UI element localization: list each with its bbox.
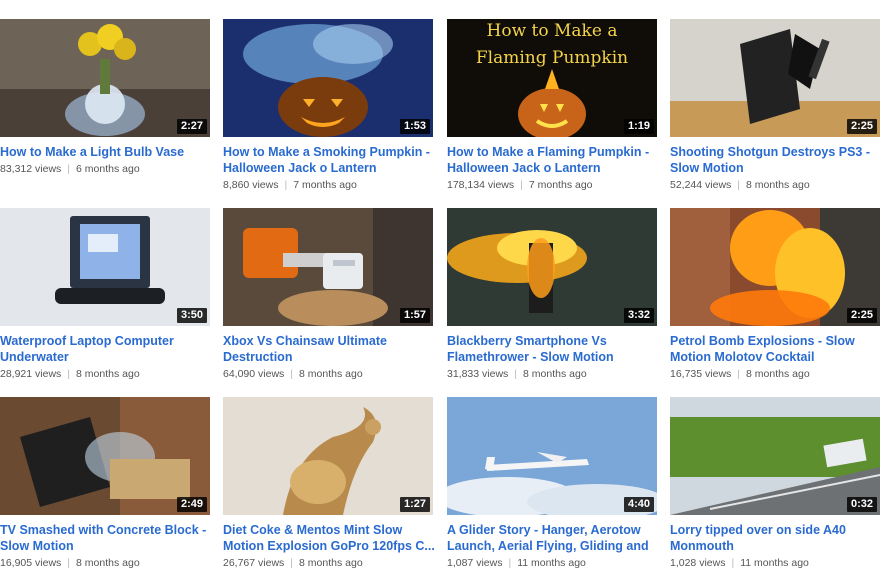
- video-duration: 0:32: [846, 497, 877, 512]
- view-count: 16,905 views: [0, 557, 62, 569]
- video-title[interactable]: Blackberry Smartphone Vs Flamethrower - …: [447, 333, 659, 365]
- view-count: 52,244 views: [670, 179, 732, 191]
- video-thumbnail[interactable]: How to Make a Flaming Pumpkin 1:19: [447, 19, 657, 137]
- video-title[interactable]: A Glider Story - Hanger, Aerotow Launch,…: [447, 522, 659, 554]
- upload-age: 8 months ago: [746, 368, 810, 380]
- video-meta: 1,028 views | 11 months ago: [670, 557, 809, 569]
- video-card[interactable]: 1:53 How to Make a Smoking Pumpkin - Hal…: [223, 19, 435, 192]
- upload-age: 8 months ago: [299, 368, 363, 380]
- view-count: 178,134 views: [447, 179, 515, 191]
- video-card[interactable]: 3:50 Waterproof Laptop Computer Underwat…: [0, 208, 212, 381]
- video-meta: 52,244 views | 8 months ago: [670, 179, 810, 191]
- view-count: 16,735 views: [670, 368, 732, 380]
- upload-age: 8 months ago: [76, 557, 140, 569]
- video-duration: 3:50: [176, 308, 207, 323]
- video-title[interactable]: Waterproof Laptop Computer Underwater: [0, 333, 212, 365]
- upload-age: 8 months ago: [76, 368, 140, 380]
- video-title[interactable]: How to Make a Smoking Pumpkin - Hallowee…: [223, 144, 435, 176]
- svg-text:How to Make a: How to Make a: [487, 21, 618, 41]
- video-meta: 16,905 views | 8 months ago: [0, 557, 140, 569]
- upload-age: 7 months ago: [293, 179, 357, 191]
- video-card[interactable]: How to Make a Flaming Pumpkin 1:19 How t…: [447, 19, 659, 192]
- video-duration: 2:27: [176, 119, 207, 134]
- video-title[interactable]: Diet Coke & Mentos Mint Slow Motion Expl…: [223, 522, 435, 554]
- video-duration: 1:27: [399, 497, 430, 512]
- video-thumbnail[interactable]: 1:53: [223, 19, 433, 137]
- video-meta: 8,860 views | 7 months ago: [223, 179, 357, 191]
- video-card[interactable]: 1:57 Xbox Vs Chainsaw Ultimate Destructi…: [223, 208, 435, 381]
- video-meta: 16,735 views | 8 months ago: [670, 368, 810, 380]
- upload-age: 7 months ago: [528, 179, 593, 191]
- video-thumbnail[interactable]: 3:32: [447, 208, 657, 326]
- video-thumbnail[interactable]: 2:49: [0, 397, 210, 515]
- video-duration: 1:53: [399, 119, 430, 134]
- video-card[interactable]: 2:25 Shooting Shotgun Destroys PS3 - Slo…: [670, 19, 880, 192]
- view-count: 26,767 views: [223, 557, 285, 569]
- video-card[interactable]: 1:27 Diet Coke & Mentos Mint Slow Motion…: [223, 397, 435, 570]
- video-duration: 1:19: [623, 119, 654, 134]
- video-title[interactable]: Lorry tipped over on side A40 Monmouth: [670, 522, 880, 554]
- video-duration: 2:49: [176, 497, 207, 512]
- view-count: 8,860 views: [223, 179, 279, 191]
- view-count: 83,312 views: [0, 163, 62, 175]
- video-grid: 2:27 How to Make a Light Bulb Vase 83,31…: [0, 0, 880, 587]
- video-title[interactable]: How to Make a Light Bulb Vase: [0, 144, 212, 160]
- video-meta: 178,134 views | 7 months ago: [447, 179, 593, 191]
- video-meta: 28,921 views | 8 months ago: [0, 368, 140, 380]
- video-card[interactable]: 2:25 Petrol Bomb Explosions - Slow Motio…: [670, 208, 880, 381]
- video-title[interactable]: TV Smashed with Concrete Block - Slow Mo…: [0, 522, 212, 554]
- video-thumbnail[interactable]: 2:25: [670, 19, 880, 137]
- video-card[interactable]: 2:49 TV Smashed with Concrete Block - Sl…: [0, 397, 212, 570]
- view-count: 28,921 views: [0, 368, 62, 380]
- view-count: 1,028 views: [670, 557, 726, 569]
- video-duration: 2:25: [846, 119, 877, 134]
- upload-age: 6 months ago: [76, 163, 140, 175]
- video-card[interactable]: 4:40 A Glider Story - Hanger, Aerotow La…: [447, 397, 659, 570]
- upload-age: 11 months ago: [517, 557, 586, 569]
- video-thumbnail[interactable]: 2:25: [670, 208, 880, 326]
- video-title[interactable]: Petrol Bomb Explosions - Slow Motion Mol…: [670, 333, 880, 365]
- video-meta: 83,312 views | 6 months ago: [0, 163, 140, 175]
- video-duration: 3:32: [623, 308, 654, 323]
- video-title[interactable]: How to Make a Flaming Pumpkin - Hallowee…: [447, 144, 659, 176]
- upload-age: 11 months ago: [740, 557, 809, 569]
- video-card[interactable]: 0:32 Lorry tipped over on side A40 Monmo…: [670, 397, 880, 570]
- video-duration: 2:25: [846, 308, 877, 323]
- upload-age: 8 months ago: [746, 179, 810, 191]
- svg-text:Flaming Pumpkin: Flaming Pumpkin: [476, 48, 628, 68]
- video-meta: 64,090 views | 8 months ago: [223, 368, 363, 380]
- video-duration: 4:40: [623, 497, 654, 512]
- view-count: 64,090 views: [223, 368, 285, 380]
- video-thumbnail[interactable]: 4:40: [447, 397, 657, 515]
- view-count: 1,087 views: [447, 557, 503, 569]
- video-meta: 1,087 views | 11 months ago: [447, 557, 586, 569]
- video-thumbnail[interactable]: 3:50: [0, 208, 210, 326]
- video-duration: 1:57: [399, 308, 430, 323]
- view-count: 31,833 views: [447, 368, 509, 380]
- upload-age: 8 months ago: [299, 557, 363, 569]
- video-card[interactable]: 3:32 Blackberry Smartphone Vs Flamethrow…: [447, 208, 659, 381]
- video-thumbnail[interactable]: 1:57: [223, 208, 433, 326]
- video-meta: 31,833 views | 8 months ago: [447, 368, 587, 380]
- video-meta: 26,767 views | 8 months ago: [223, 557, 363, 569]
- video-title[interactable]: Shooting Shotgun Destroys PS3 - Slow Mot…: [670, 144, 880, 176]
- video-thumbnail[interactable]: 2:27: [0, 19, 210, 137]
- video-thumbnail[interactable]: 0:32: [670, 397, 880, 515]
- video-title[interactable]: Xbox Vs Chainsaw Ultimate Destruction: [223, 333, 435, 365]
- video-thumbnail[interactable]: 1:27: [223, 397, 433, 515]
- video-card[interactable]: 2:27 How to Make a Light Bulb Vase 83,31…: [0, 19, 212, 176]
- upload-age: 8 months ago: [523, 368, 587, 380]
